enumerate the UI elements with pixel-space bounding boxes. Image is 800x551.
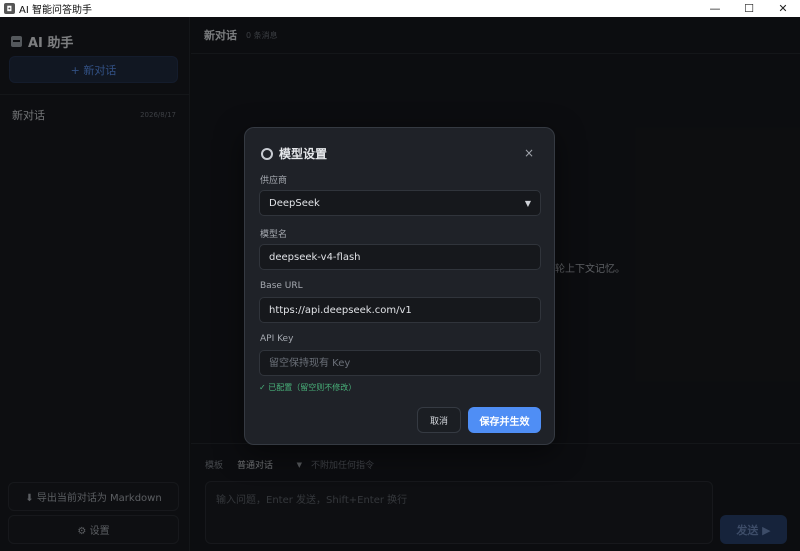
gear-icon [261, 147, 273, 160]
window-title: AI 智能问答助手 [19, 5, 92, 16]
provider-label: 供应商 [260, 176, 288, 186]
close-window-button[interactable]: ✕ [766, 0, 800, 17]
api-key-input[interactable] [259, 350, 541, 376]
window-titlebar: ◘ AI 智能问答助手 — ☐ ✕ [0, 0, 800, 17]
minimize-button[interactable]: — [698, 0, 732, 17]
provider-select[interactable]: DeepSeek ▼ [259, 190, 541, 216]
close-icon[interactable]: × [524, 146, 534, 160]
base-url-input[interactable] [259, 297, 541, 323]
api-key-status: ✓ 已配置（留空则不修改） [259, 383, 357, 392]
model-name-input[interactable] [259, 244, 541, 270]
api-key-label: API Key [260, 334, 294, 344]
dialog-title: 模型设置 [279, 147, 328, 161]
base-url-label: Base URL [260, 281, 303, 291]
app-icon: ◘ [4, 3, 15, 14]
model-label: 模型名 [260, 230, 288, 240]
model-settings-dialog: 模型设置 × 供应商 DeepSeek ▼ 模型名 Base URL API K… [244, 127, 555, 445]
maximize-button[interactable]: ☐ [732, 0, 766, 17]
chevron-down-icon: ▼ [524, 198, 531, 208]
cancel-button[interactable]: 取消 [417, 407, 461, 433]
save-button[interactable]: 保存并生效 [468, 407, 541, 433]
dialog-header: 模型设置 [261, 145, 327, 162]
provider-value: DeepSeek [269, 197, 320, 209]
